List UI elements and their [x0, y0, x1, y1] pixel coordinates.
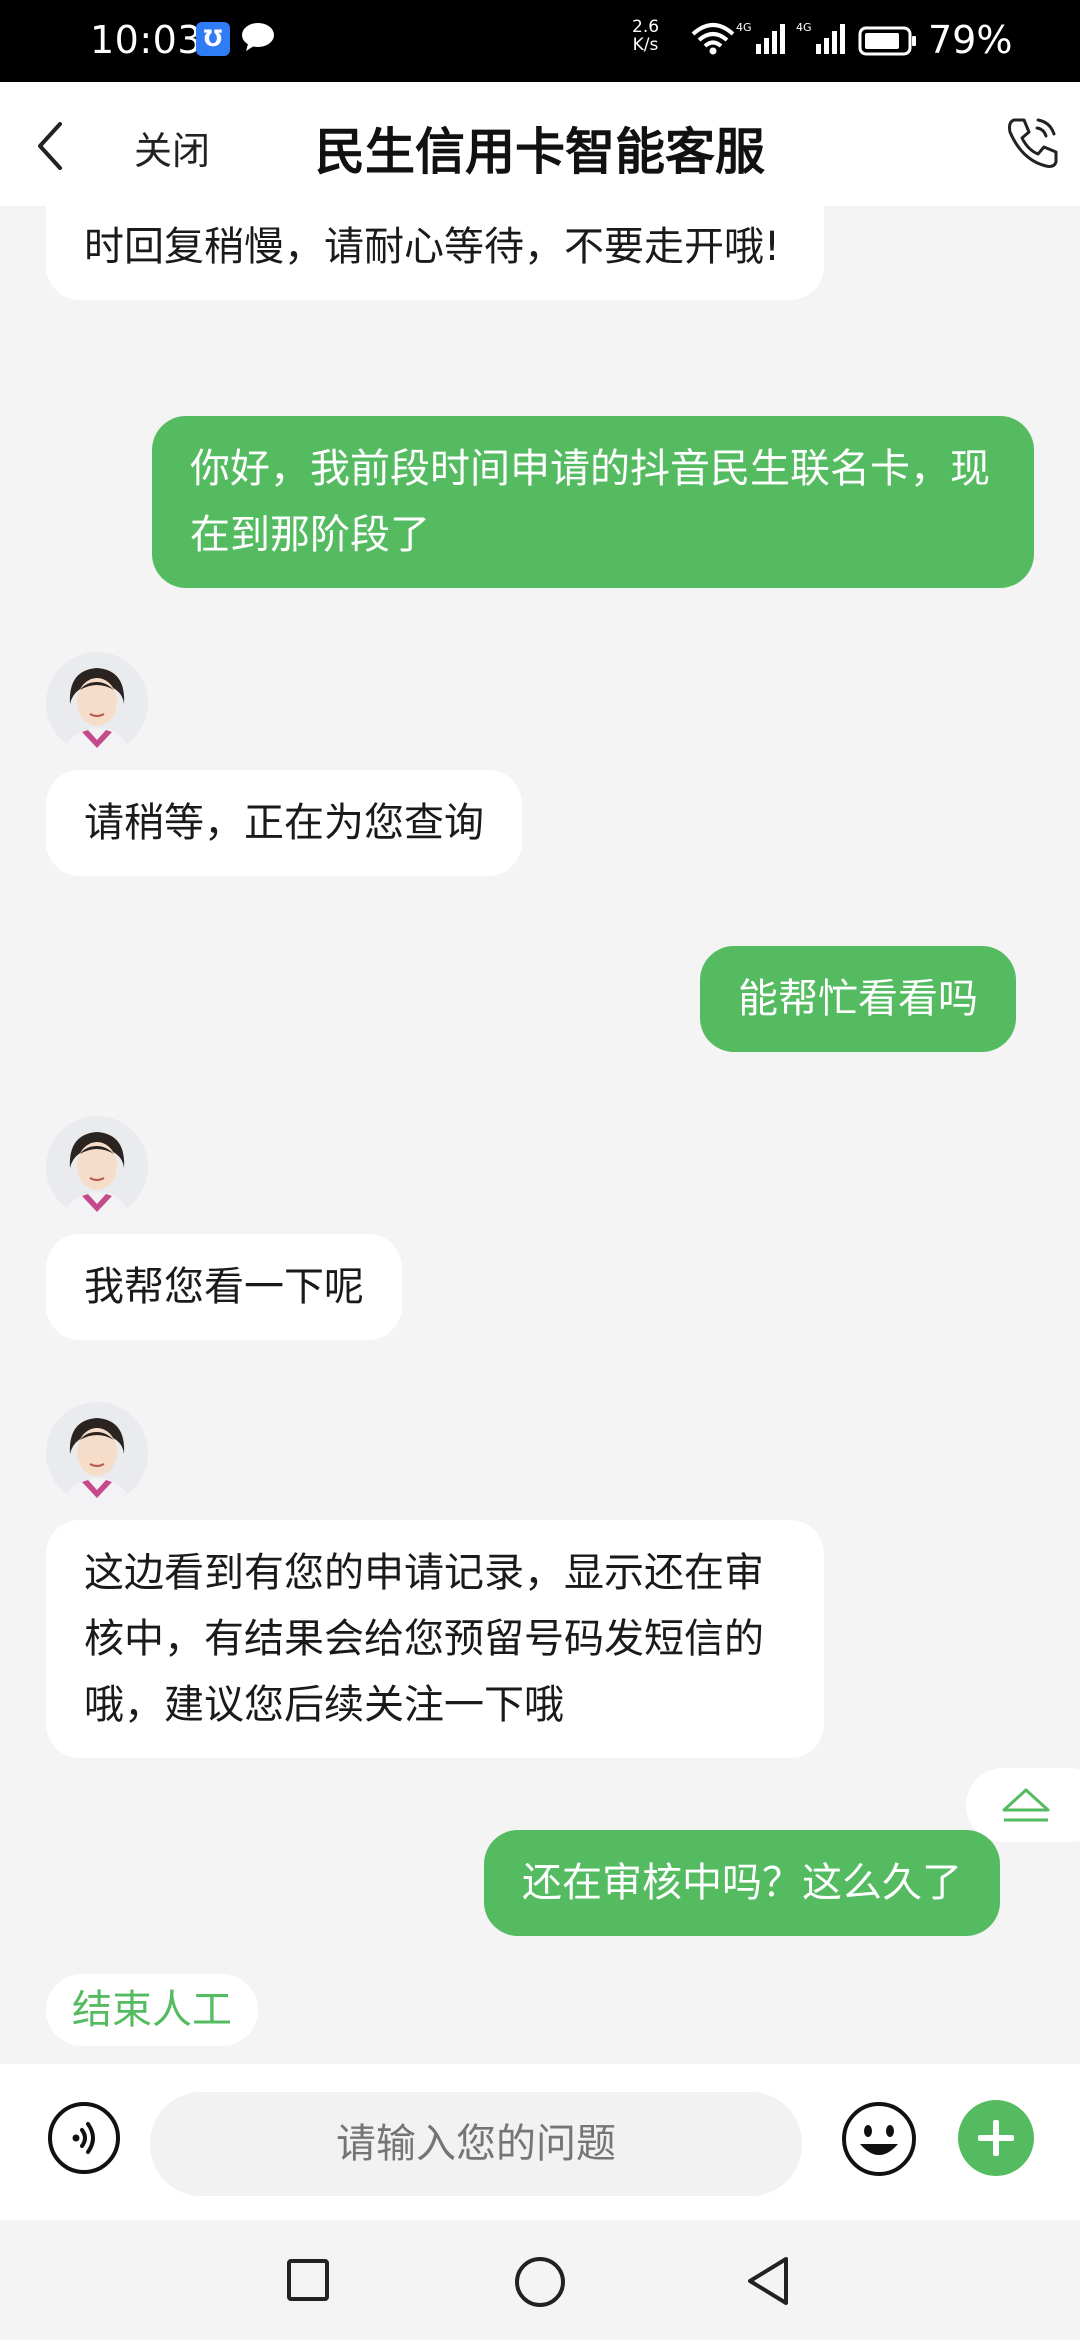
home-icon[interactable] [514, 2256, 566, 2308]
battery-percentage: 79% [928, 18, 1013, 62]
recent-apps-icon[interactable] [286, 2258, 330, 2302]
chat-header: 关闭 民生信用卡智能客服 [0, 82, 1080, 206]
add-more-icon[interactable] [958, 2100, 1034, 2176]
agent-avatar [46, 652, 148, 754]
page-title: 民生信用卡智能客服 [315, 123, 765, 181]
network-speed: 2.6 K/s [632, 17, 660, 55]
signal-strength-icon: 4G [736, 21, 785, 54]
agent-message-bubble: 时回复稍慢，请耐心等待，不要走开哦! [46, 206, 824, 300]
message-text: 这边看到有您的申请记录，显示还在审核中，有结果会给您预留号码发短信的哦，建议您后… [84, 1550, 764, 1728]
battery-icon [858, 26, 916, 56]
status-bar: 10:03 Ʊ 2.6 K/s 4G 4G 79% [0, 0, 1080, 82]
user-message-bubble: 你好，我前段时间申请的抖音民生联名卡，现在到那阶段了 [152, 416, 1034, 588]
agent-message-bubble: 请稍等，正在为您查询 [46, 770, 522, 876]
collapse-keyboard-button[interactable] [966, 1768, 1080, 1842]
message-input[interactable] [150, 2092, 802, 2196]
agent-message-bubble: 这边看到有您的申请记录，显示还在审核中，有结果会给您预留号码发短信的哦，建议您后… [46, 1520, 824, 1758]
message-text: 时回复稍慢，请耐心等待，不要走开哦! [84, 224, 781, 270]
agent-avatar-image [46, 1116, 148, 1218]
eject-icon [1002, 1788, 1050, 1822]
voice-input-icon[interactable] [46, 2100, 122, 2176]
agent-avatar [46, 1116, 148, 1218]
message-text: 还在审核中吗？这么久了 [522, 1860, 962, 1906]
wifi-icon [691, 23, 735, 55]
message-text: 我帮您看一下呢 [84, 1264, 364, 1310]
input-bar [0, 2064, 1080, 2220]
phone-call-icon[interactable] [1004, 114, 1060, 170]
chat-message-list[interactable]: 时回复稍慢，请耐心等待，不要走开哦! 你好，我前段时间申请的抖音民生联名卡，现在… [0, 206, 1080, 2064]
signal-label: 4G [736, 21, 752, 34]
signal-strength-icon: 4G [796, 21, 845, 54]
message-text: 能帮忙看看吗 [738, 976, 978, 1022]
agent-message-bubble: 我帮您看一下呢 [46, 1234, 402, 1340]
back-triangle-icon[interactable] [744, 2254, 792, 2308]
message-text: 你好，我前段时间申请的抖音民生联名卡，现在到那阶段了 [190, 446, 990, 558]
agent-avatar-image [46, 1402, 148, 1504]
message-notification-icon [242, 23, 274, 51]
user-message-bubble: 能帮忙看看吗 [700, 946, 1016, 1052]
app-notification-icon: Ʊ [196, 22, 230, 56]
agent-avatar-image [46, 652, 148, 754]
system-navigation-bar [0, 2220, 1080, 2340]
signal-label: 4G [796, 21, 812, 34]
status-time: 10:03 [90, 18, 203, 62]
user-message-bubble: 还在审核中吗？这么久了 [484, 1830, 1000, 1936]
message-text: 请稍等，正在为您查询 [84, 800, 484, 846]
end-human-service-button[interactable]: 结束人工 [46, 1974, 258, 2046]
agent-avatar [46, 1402, 148, 1504]
emoji-icon[interactable] [840, 2100, 918, 2178]
